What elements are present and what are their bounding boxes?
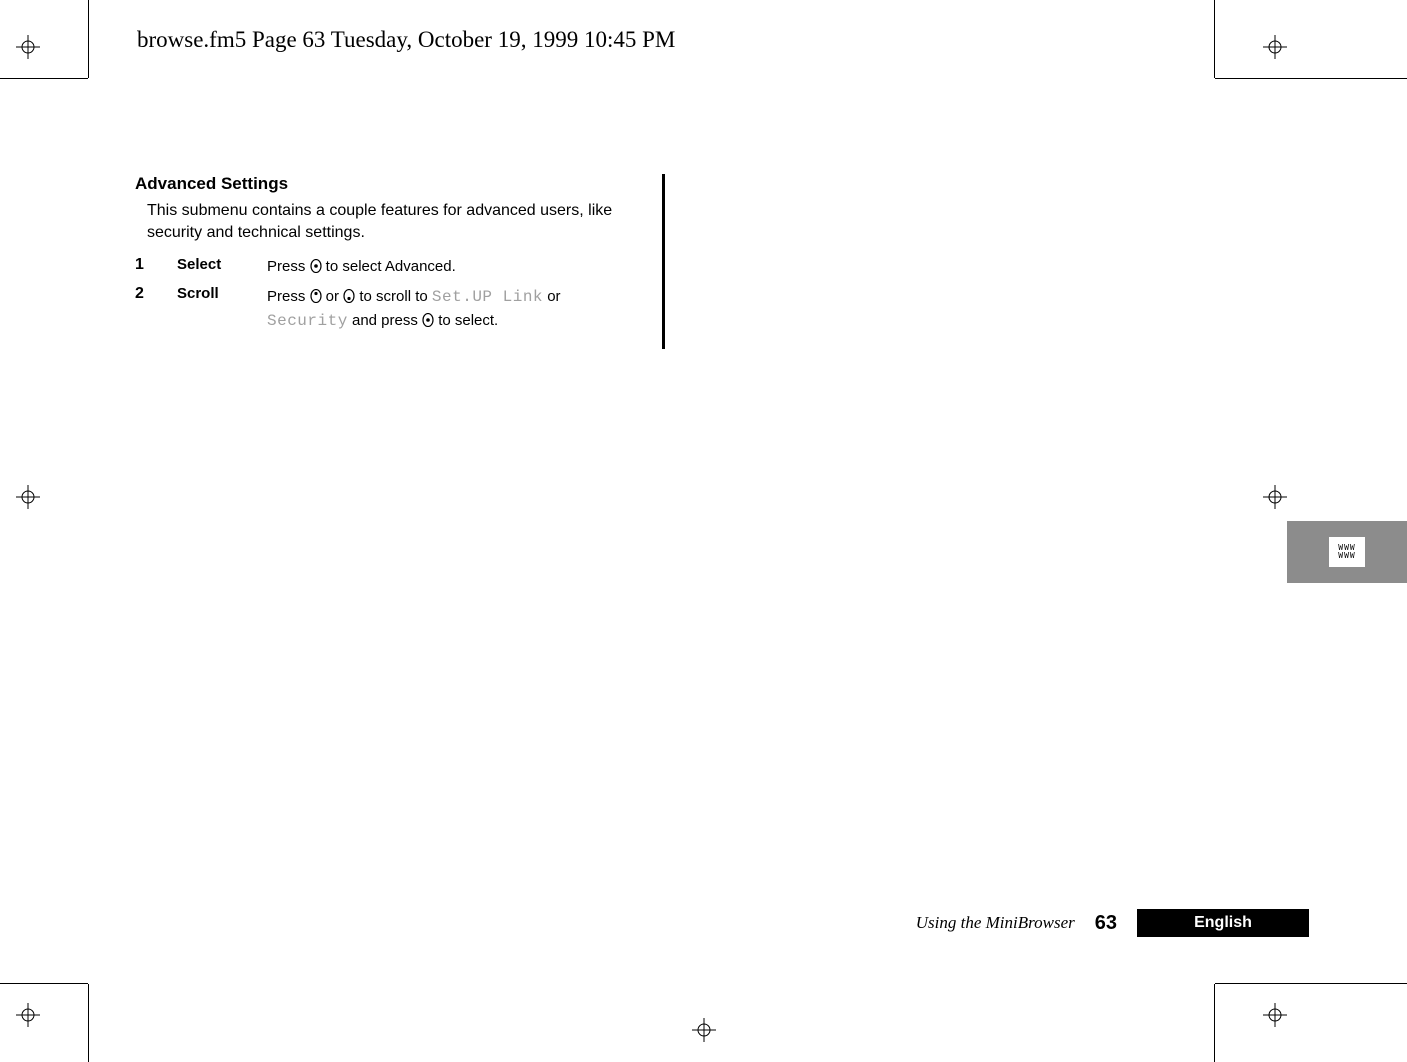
text: to select. bbox=[434, 312, 498, 329]
registration-mark-icon bbox=[1263, 1003, 1287, 1027]
steps-table: 1 Select Press to select Advanced. 2 Scr… bbox=[135, 253, 561, 336]
lcd-text: Security bbox=[267, 312, 348, 330]
step-label: Scroll bbox=[177, 282, 267, 336]
crop-rule-top-right bbox=[1215, 78, 1407, 79]
www-icon: WWW WWW bbox=[1329, 537, 1365, 567]
step-row: 1 Select Press to select Advanced. bbox=[135, 253, 561, 282]
section-intro: This submenu contains a couple features … bbox=[147, 200, 660, 243]
text: to select Advanced. bbox=[322, 258, 456, 275]
step-number: 1 bbox=[135, 253, 177, 282]
crop-sep-top-right bbox=[1214, 0, 1215, 78]
scroll-up-key-icon bbox=[310, 288, 322, 302]
step-number: 2 bbox=[135, 282, 177, 336]
crop-sep-bottom-left bbox=[88, 984, 89, 1062]
language-badge: English bbox=[1137, 909, 1309, 937]
crop-rule-bottom-left bbox=[0, 983, 88, 984]
registration-mark-icon bbox=[1263, 485, 1287, 509]
text: WWW bbox=[1338, 552, 1355, 560]
text: Press bbox=[267, 258, 310, 275]
registration-mark-icon bbox=[692, 1018, 716, 1042]
registration-mark-icon bbox=[16, 1003, 40, 1027]
side-tab: WWW WWW bbox=[1287, 521, 1407, 583]
text: or bbox=[322, 288, 344, 305]
registration-mark-icon bbox=[16, 35, 40, 59]
step-description: Press to select Advanced. bbox=[267, 253, 561, 282]
select-key-icon bbox=[310, 258, 322, 272]
page-footer: Using the MiniBrowser 63 English bbox=[916, 909, 1309, 937]
crop-rule-bottom-right bbox=[1215, 983, 1407, 984]
content-area: Advanced Settings This submenu contains … bbox=[135, 174, 660, 336]
step-label: Select bbox=[177, 253, 267, 282]
column-divider bbox=[662, 174, 665, 349]
crop-rule-top-left bbox=[0, 78, 88, 79]
text: to scroll to bbox=[355, 288, 432, 305]
crop-sep-top-left bbox=[88, 0, 89, 78]
step-description: Press or to scroll to Set.UP Link or Sec… bbox=[267, 282, 561, 336]
step-row: 2 Scroll Press or to scroll to Set.UP Li… bbox=[135, 282, 561, 336]
registration-mark-icon bbox=[1263, 35, 1287, 59]
text: Press bbox=[267, 288, 310, 305]
text: or bbox=[543, 288, 561, 305]
select-key-icon bbox=[422, 312, 434, 326]
running-header: browse.fm5 Page 63 Tuesday, October 19, … bbox=[137, 27, 675, 53]
page-number: 63 bbox=[1095, 912, 1117, 935]
text: and press bbox=[348, 312, 422, 329]
footer-section-title: Using the MiniBrowser bbox=[916, 913, 1075, 933]
crop-sep-bottom-right bbox=[1214, 984, 1215, 1062]
lcd-text: Set.UP Link bbox=[432, 288, 543, 306]
section-title: Advanced Settings bbox=[135, 174, 660, 194]
registration-mark-icon bbox=[16, 485, 40, 509]
scroll-down-key-icon bbox=[343, 288, 355, 302]
